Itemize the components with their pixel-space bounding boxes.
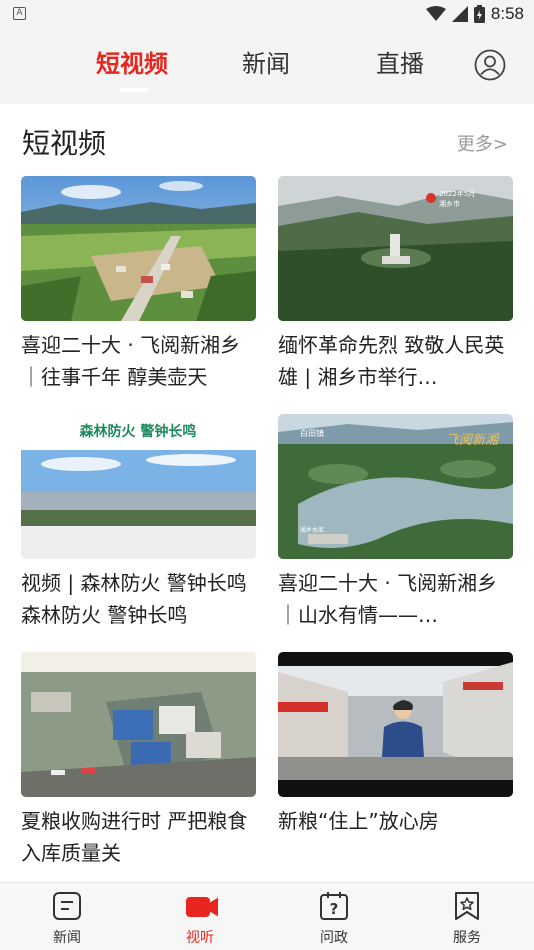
section-title: 短视频 bbox=[22, 127, 107, 160]
wifi-icon bbox=[425, 6, 446, 21]
signal-icon bbox=[451, 6, 468, 22]
nav-video-label: 视听 bbox=[186, 930, 214, 946]
place-label: 白田镇 bbox=[300, 428, 324, 438]
battery-icon bbox=[473, 5, 485, 23]
video-card[interactable]: 2022年5月 湘乡市 缅怀革命先烈 致敬人民英雄 | 湘乡市举行… bbox=[278, 176, 513, 393]
star-bookmark-icon bbox=[455, 892, 479, 920]
video-thumbnail bbox=[21, 652, 256, 797]
video-card[interactable]: 白田镇 湘乡水库 飞阅新湘 喜迎二十大 · 飞阅新湘乡｜山水有情——… bbox=[278, 414, 513, 631]
map-caption-line1: 2022年5月 bbox=[439, 189, 475, 198]
video-thumbnail bbox=[278, 652, 513, 797]
place-label: 湘乡水库 bbox=[300, 526, 324, 534]
content-area: 短视频 更多> 喜迎二十大 · 飞阅新湘乡｜往事千年 醇美壶天 2022年5月 … bbox=[0, 104, 534, 882]
nav-inquiry[interactable]: ? 问政 bbox=[294, 883, 374, 950]
tab-short-video[interactable]: 短视频 bbox=[96, 44, 168, 79]
user-profile-icon[interactable] bbox=[474, 49, 506, 81]
active-tab-indicator bbox=[119, 88, 149, 92]
more-link[interactable]: 更多> bbox=[457, 130, 508, 156]
video-thumbnail bbox=[21, 176, 256, 321]
map-caption-line2: 湘乡市 bbox=[439, 199, 460, 208]
video-thumbnail: 森林防火 警钟长鸣 bbox=[21, 414, 256, 559]
status-bar: A 8:58 bbox=[0, 0, 534, 28]
video-title[interactable]: 缅怀革命先烈 致敬人民英雄 | 湘乡市举行… bbox=[278, 329, 513, 393]
question-calendar-icon: ? bbox=[320, 892, 348, 920]
nav-service-label: 服务 bbox=[453, 930, 481, 946]
nav-news[interactable]: 新闻 bbox=[27, 883, 107, 950]
video-card[interactable]: 喜迎二十大 · 飞阅新湘乡｜往事千年 醇美壶天 bbox=[21, 176, 256, 393]
nav-video[interactable]: 视听 bbox=[160, 883, 240, 950]
video-title[interactable]: 喜迎二十大 · 飞阅新湘乡｜山水有情——… bbox=[278, 567, 513, 631]
video-card[interactable]: 夏粮收购进行时 严把粮食入库质量关 bbox=[21, 652, 256, 869]
nav-inquiry-label: 问政 bbox=[320, 930, 348, 946]
svg-text:?: ? bbox=[330, 900, 339, 918]
video-thumbnail: 白田镇 湘乡水库 飞阅新湘 bbox=[278, 414, 513, 559]
program-logo-text: 飞阅新湘 bbox=[446, 433, 500, 448]
tab-live[interactable]: 直播 bbox=[376, 44, 424, 79]
top-tab-bar: 短视频 新闻 直播 bbox=[0, 28, 534, 104]
video-title[interactable]: 视频 | 森林防火 警钟长鸣森林防火 警钟长鸣 bbox=[21, 567, 256, 631]
video-title[interactable]: 新粮“住上”放心房 bbox=[278, 805, 513, 869]
video-card[interactable]: 新粮“住上”放心房 bbox=[278, 652, 513, 869]
thumbnail-banner-text: 森林防火 警钟长鸣 bbox=[80, 423, 197, 440]
video-thumbnail: 2022年5月 湘乡市 bbox=[278, 176, 513, 321]
clock: 8:58 bbox=[490, 4, 524, 23]
nav-service[interactable]: 服务 bbox=[427, 883, 507, 950]
video-title[interactable]: 夏粮收购进行时 严把粮食入库质量关 bbox=[21, 805, 256, 869]
video-camera-icon bbox=[186, 897, 218, 917]
video-title[interactable]: 喜迎二十大 · 飞阅新湘乡｜往事千年 醇美壶天 bbox=[21, 329, 256, 393]
news-icon bbox=[53, 892, 81, 920]
notification-icon: A bbox=[13, 7, 26, 20]
bottom-nav-bar: 新闻 视听 ? 问政 服务 bbox=[0, 882, 534, 950]
video-card[interactable]: 森林防火 警钟长鸣 视频 | 森林防火 警钟长鸣森林防火 警钟长鸣 bbox=[21, 414, 256, 631]
nav-news-label: 新闻 bbox=[53, 930, 81, 946]
tab-news[interactable]: 新闻 bbox=[242, 44, 290, 79]
